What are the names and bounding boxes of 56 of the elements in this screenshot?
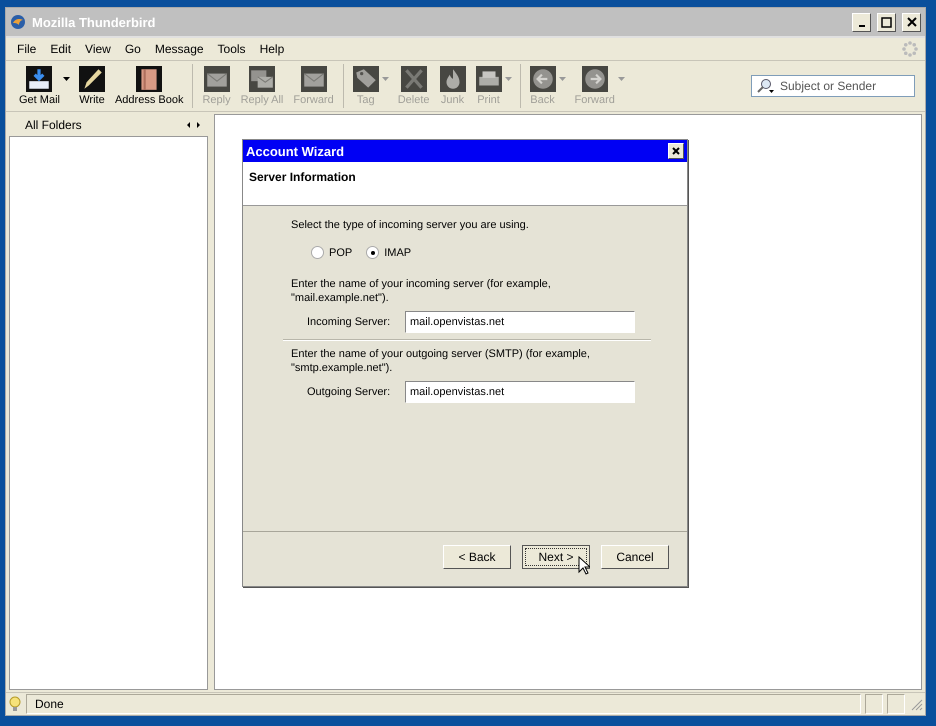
close-button[interactable] [902, 12, 921, 32]
book-icon [136, 66, 162, 92]
envelopes-icon [248, 66, 275, 92]
envelope-icon [204, 66, 230, 92]
printer-icon [476, 66, 502, 92]
status-text: Done [35, 697, 64, 711]
menu-item[interactable]: File [12, 40, 42, 58]
get-mail-button[interactable]: Get Mail [14, 64, 65, 108]
outgoing-hint: Enter the name of your outgoing server (SMTP) (for example, "smtp.example.net"). [291, 347, 591, 375]
radio-icon[interactable] [366, 246, 380, 259]
status-panel [865, 694, 883, 714]
window-title: Mozilla Thunderbird [32, 14, 156, 30]
menu-item[interactable]: View [80, 40, 116, 58]
tag-icon [352, 66, 379, 92]
wizard-button[interactable]: < Back [443, 545, 511, 569]
search-field[interactable]: Subject or Sender [751, 75, 915, 97]
dialog-title: Account Wizard [246, 144, 346, 158]
field-label: Outgoing Server: [307, 386, 392, 398]
menu-item[interactable]: Message [150, 40, 209, 58]
menu-item[interactable]: Help [254, 40, 290, 58]
activity-indicator-icon [901, 40, 919, 58]
flame-icon [440, 66, 466, 92]
envelope-icon [300, 66, 327, 92]
server-type-prompt: Select the type of incoming server you are using. [291, 218, 530, 232]
close-icon [906, 17, 916, 27]
menu-item[interactable]: Go [120, 40, 146, 58]
menu-item[interactable]: Tools [212, 40, 251, 58]
caret-icon[interactable] [62, 77, 70, 81]
radio-icon[interactable] [311, 246, 324, 259]
outgoing-server-field[interactable]: mail.openvistas.net [405, 381, 635, 403]
maximize-button[interactable] [877, 12, 896, 32]
incoming-server-field[interactable]: mail.openvistas.net [405, 311, 635, 333]
resize-grip-icon[interactable] [909, 697, 923, 711]
pane-arrows-icon[interactable] [186, 122, 202, 128]
pane-title: All Folders [25, 118, 83, 132]
wizard-button[interactable]: Cancel [601, 545, 669, 569]
close-icon [672, 147, 680, 155]
x-mark-icon [400, 66, 427, 92]
radio-option[interactable]: POP [311, 246, 352, 259]
search-icon [756, 78, 776, 94]
lightbulb-icon [8, 696, 22, 712]
minimize-icon [858, 24, 864, 26]
app-logo-icon [10, 14, 26, 30]
pencil-icon [78, 66, 105, 92]
field-label: Incoming Server: [307, 316, 392, 328]
minimize-button[interactable] [852, 12, 871, 32]
radio-option[interactable]: IMAP [366, 246, 412, 259]
status-panel [887, 694, 905, 714]
page-heading: Server Information [249, 170, 356, 184]
address-book-button[interactable]: Address Book [110, 64, 188, 108]
mouse-pointer-icon [578, 556, 590, 575]
menu-item[interactable]: Edit [45, 40, 76, 58]
incoming-hint: Enter the name of your incoming server (for example, "mail.example.net"). [291, 277, 552, 305]
write-button[interactable]: Write [74, 64, 110, 108]
maximize-icon [881, 16, 892, 28]
close-button[interactable] [668, 143, 684, 159]
